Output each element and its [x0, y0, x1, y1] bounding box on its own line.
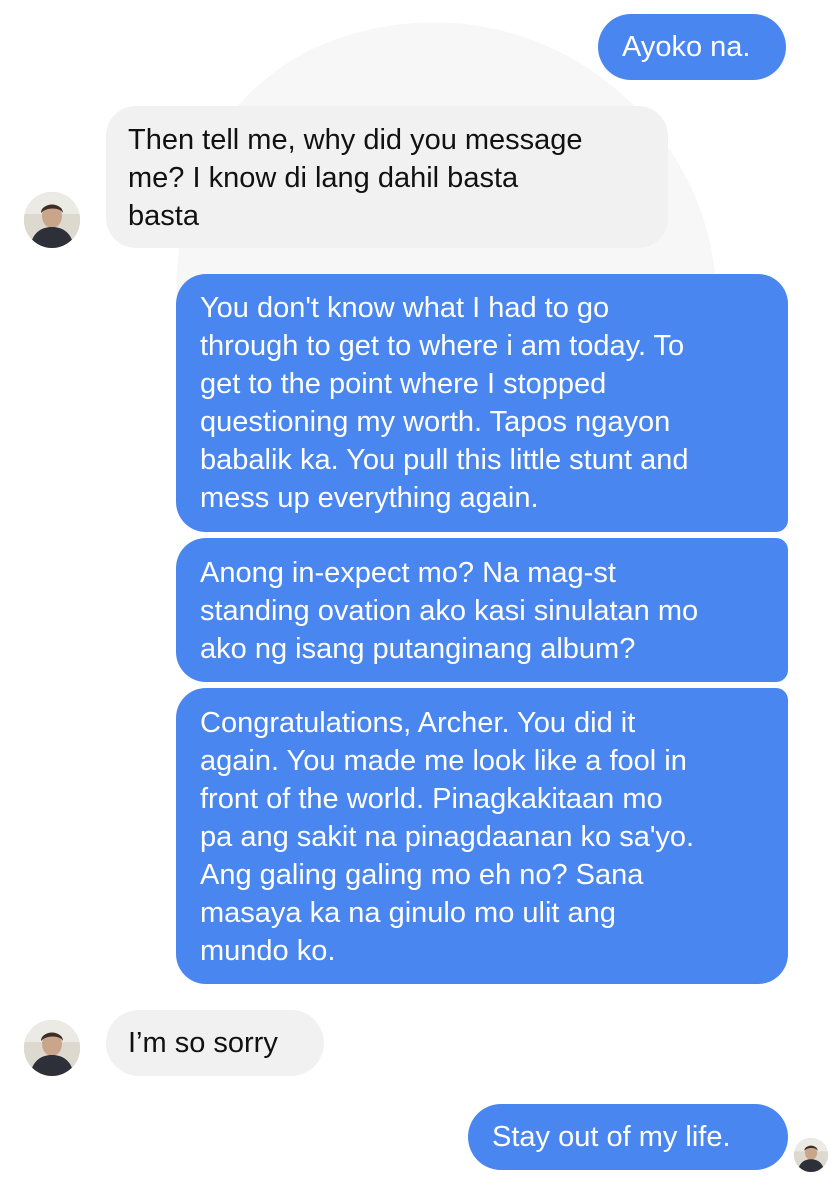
message-bubble-sent[interactable]: Stay out of my life.	[468, 1104, 788, 1170]
profile-photo-icon	[794, 1138, 828, 1172]
message-bubble-received[interactable]: Then tell me, why did you message me? I …	[106, 106, 668, 248]
contact-avatar[interactable]	[24, 192, 80, 248]
contact-avatar[interactable]	[24, 1020, 80, 1076]
profile-photo-icon	[24, 1020, 80, 1076]
message-bubble-sent[interactable]: Anong in-expect mo? Na mag-st standing o…	[176, 538, 788, 682]
profile-photo-icon	[24, 192, 80, 248]
message-bubble-sent[interactable]: Congratulations, Archer. You did it agai…	[176, 688, 788, 984]
seen-avatar	[794, 1138, 828, 1172]
message-bubble-received[interactable]: I’m so sorry	[106, 1010, 324, 1076]
message-bubble-sent[interactable]: Ayoko na.	[598, 14, 786, 80]
message-bubble-sent[interactable]: You don't know what I had to go through …	[176, 274, 788, 532]
